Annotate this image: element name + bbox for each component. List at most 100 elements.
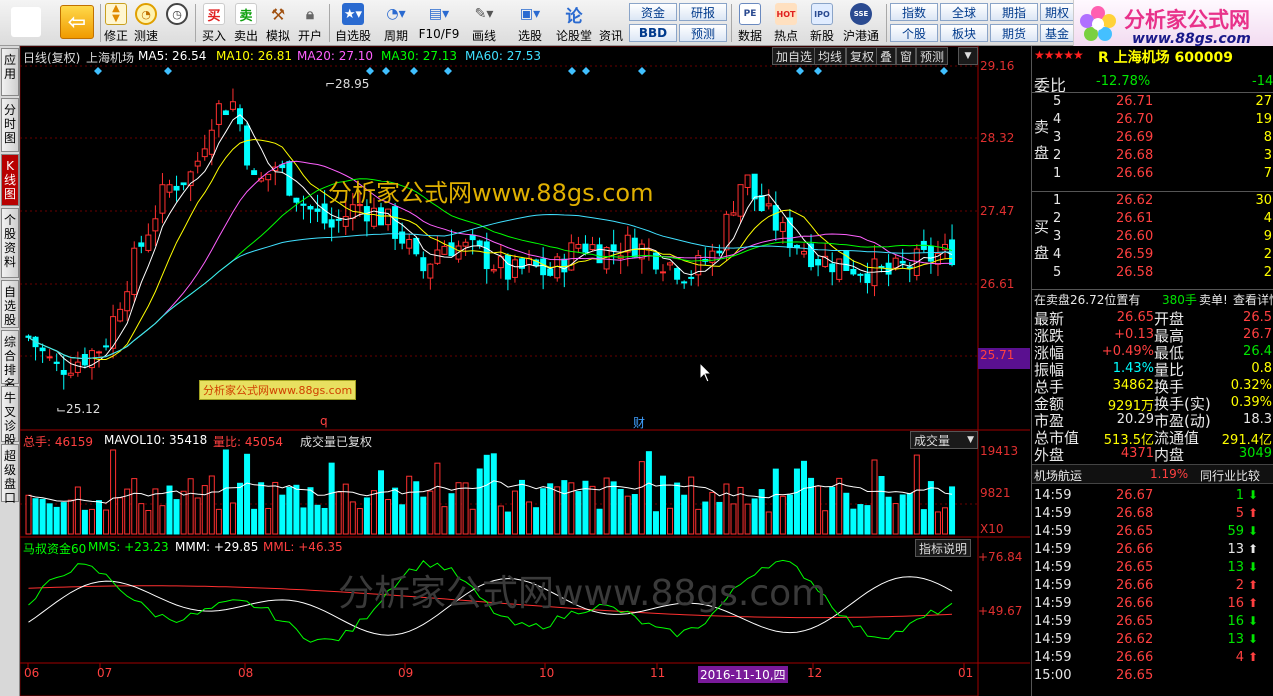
index-button[interactable]: 指数 bbox=[890, 3, 938, 21]
chart-btn-2[interactable]: 复权 bbox=[846, 47, 879, 65]
indicator-help-button[interactable]: 指标说明 bbox=[915, 539, 972, 557]
stock-picker-button[interactable]: ▣▾ 选股 bbox=[510, 2, 550, 44]
chart-btn-3[interactable]: 叠 bbox=[876, 47, 897, 65]
global-button[interactable]: 全球 bbox=[940, 3, 988, 21]
chart-btn-5[interactable]: 预测 bbox=[916, 47, 949, 65]
level-price: 26.61 bbox=[1116, 211, 1154, 226]
sell-level-row[interactable]: 5 26.71 27 bbox=[1032, 93, 1273, 111]
big-order-notice[interactable]: 在卖盘26.72位置有 380手 卖单! 查看详情 bbox=[1032, 290, 1273, 308]
buy-level-row[interactable]: 2 26.61 4 bbox=[1032, 210, 1273, 228]
level-volume: 7 bbox=[1263, 166, 1272, 181]
buy-level-row[interactable]: 3 26.60 9 bbox=[1032, 228, 1273, 246]
forum-button[interactable]: 论 论股堂 bbox=[554, 2, 594, 44]
star-icon: ★▾ bbox=[342, 3, 364, 25]
hot-button[interactable]: HOT 热点 bbox=[770, 2, 802, 44]
candle-body bbox=[131, 247, 138, 295]
event-diamond-icon bbox=[94, 67, 102, 75]
bbd-button[interactable]: BBD bbox=[629, 24, 677, 42]
stopwatch-button[interactable]: ◷ bbox=[163, 2, 191, 44]
candle-body bbox=[314, 208, 321, 212]
chart-btn-0[interactable]: 加自选 bbox=[772, 47, 817, 65]
tick-time: 14:59 bbox=[1034, 650, 1072, 665]
draw-line-button[interactable]: ✎▾ 画线 bbox=[464, 2, 504, 44]
volume-bar bbox=[427, 490, 434, 535]
tick-volume: 16 bbox=[1227, 614, 1244, 629]
forecast-button[interactable]: 预测 bbox=[679, 24, 727, 42]
view-tab-4[interactable]: 自选股 bbox=[1, 280, 19, 328]
futures-button[interactable]: 期货 bbox=[990, 24, 1038, 42]
period-button[interactable]: ◔▾ 周期 bbox=[376, 2, 416, 44]
candle-body bbox=[25, 335, 32, 338]
volume-bar bbox=[709, 491, 716, 535]
fund-list-button[interactable]: 基金 bbox=[1040, 24, 1074, 42]
view-details-link[interactable]: 查看详情 bbox=[1233, 291, 1273, 308]
research-button[interactable]: 研报 bbox=[679, 3, 727, 21]
f10-button[interactable]: ▤▾ F10/F9 bbox=[418, 2, 460, 44]
chart-btn-1[interactable]: 均线 bbox=[814, 47, 847, 65]
sell-level-row[interactable]: 3 26.69 8 bbox=[1032, 129, 1273, 147]
stat-row: 金额 9291万 换手(实) 0.39% bbox=[1032, 394, 1273, 414]
buy-button[interactable]: 买 买入 bbox=[199, 2, 229, 44]
fund-button[interactable]: 资金 bbox=[629, 3, 677, 21]
volume-bar bbox=[448, 493, 455, 535]
watchlist-button[interactable]: ★▾ 自选股 bbox=[332, 2, 374, 44]
candle-body bbox=[448, 242, 455, 257]
buy-level-row[interactable]: 5 26.58 2 bbox=[1032, 264, 1273, 282]
open-account-button[interactable]: 🔒︎ 开户 bbox=[295, 2, 325, 44]
volume-indicator-dropdown[interactable]: 成交量 ▼ bbox=[910, 431, 978, 449]
volume-bar bbox=[455, 482, 462, 535]
sector-button[interactable]: 板块 bbox=[940, 24, 988, 42]
buy-level-row[interactable]: 4 26.59 2 bbox=[1032, 246, 1273, 264]
candle-body bbox=[469, 234, 476, 241]
volume-bar bbox=[81, 509, 88, 535]
view-tab-6[interactable]: 牛叉诊股 bbox=[1, 386, 19, 447]
sell-button[interactable]: 卖 卖出 bbox=[231, 2, 261, 44]
event-marker-q[interactable]: q bbox=[320, 414, 328, 428]
volume-bar bbox=[645, 451, 652, 535]
chart-menu-dropdown[interactable]: ▼ bbox=[958, 47, 978, 65]
volume-bar bbox=[67, 499, 74, 535]
options-button[interactable]: 期权 bbox=[1040, 3, 1074, 21]
arrow-down-icon: ⬇ bbox=[1247, 524, 1258, 538]
candle-body bbox=[660, 271, 666, 274]
sell-level-row[interactable]: 2 26.68 3 bbox=[1032, 147, 1273, 165]
stat-value: 4371 bbox=[1120, 446, 1154, 461]
volume-bar bbox=[441, 506, 448, 535]
buy-level-row[interactable]: 1 26.62 30 bbox=[1032, 192, 1273, 210]
view-tab-1[interactable]: 分时图 bbox=[1, 98, 19, 152]
sell-level-row[interactable]: 1 26.66 7 bbox=[1032, 165, 1273, 183]
data-button[interactable]: PE 数据 bbox=[734, 2, 766, 44]
chart-btn-4[interactable]: 窗 bbox=[896, 47, 917, 65]
tick-row: 14:59 26.65 13 ⬇ bbox=[1032, 559, 1273, 577]
view-tab-0[interactable]: 应用 bbox=[1, 48, 19, 96]
volume-bar bbox=[547, 483, 554, 535]
volume-bar bbox=[631, 494, 638, 535]
stock-button[interactable]: 个股 bbox=[890, 24, 938, 42]
sell-level-row[interactable]: 4 26.70 19 bbox=[1032, 111, 1273, 129]
view-tab-5[interactable]: 综合排名 bbox=[1, 330, 19, 391]
level-number: 2 bbox=[1053, 211, 1062, 226]
speed-test-button[interactable]: ◔ 测速 bbox=[132, 2, 160, 44]
hk-connect-button[interactable]: SSE 沪港通 bbox=[841, 2, 881, 44]
candle-body bbox=[173, 185, 180, 191]
volume-bar bbox=[321, 507, 328, 535]
view-tab-7[interactable]: 超级盘口 bbox=[1, 444, 19, 505]
updown-button[interactable]: ▲ ▼ 修正 bbox=[102, 2, 130, 44]
tick-price: 26.65 bbox=[1116, 614, 1154, 629]
tick-row: 14:59 26.68 5 ⬆ bbox=[1032, 505, 1273, 523]
back-button[interactable]: ⇦ bbox=[56, 2, 98, 44]
home-grid-button[interactable] bbox=[6, 2, 46, 44]
tab-char: 诊 bbox=[3, 419, 16, 433]
futures-index-button[interactable]: 期指 bbox=[990, 3, 1038, 21]
view-tab-2[interactable]: K线图 bbox=[1, 154, 19, 206]
news-button[interactable]: 资讯 bbox=[596, 2, 626, 44]
sector-row[interactable]: 机场航运 1.19% 同行业比较 bbox=[1032, 464, 1273, 484]
industry-compare-button[interactable]: 同行业比较 bbox=[1200, 467, 1260, 484]
event-marker-finance[interactable]: 财 bbox=[633, 414, 645, 431]
toolbar-label: 选股 bbox=[517, 29, 542, 43]
ipo-button[interactable]: IPO 新股 bbox=[806, 2, 838, 44]
level-price: 26.60 bbox=[1116, 229, 1154, 244]
simulate-button[interactable]: ⚒ 模拟 bbox=[263, 2, 293, 44]
kline-chart-area[interactable]: 日线(复权) 上海机场 MA5: 26.54 MA10: 26.81 MA20:… bbox=[20, 46, 1030, 696]
view-tab-3[interactable]: 个股资料 bbox=[1, 208, 19, 278]
